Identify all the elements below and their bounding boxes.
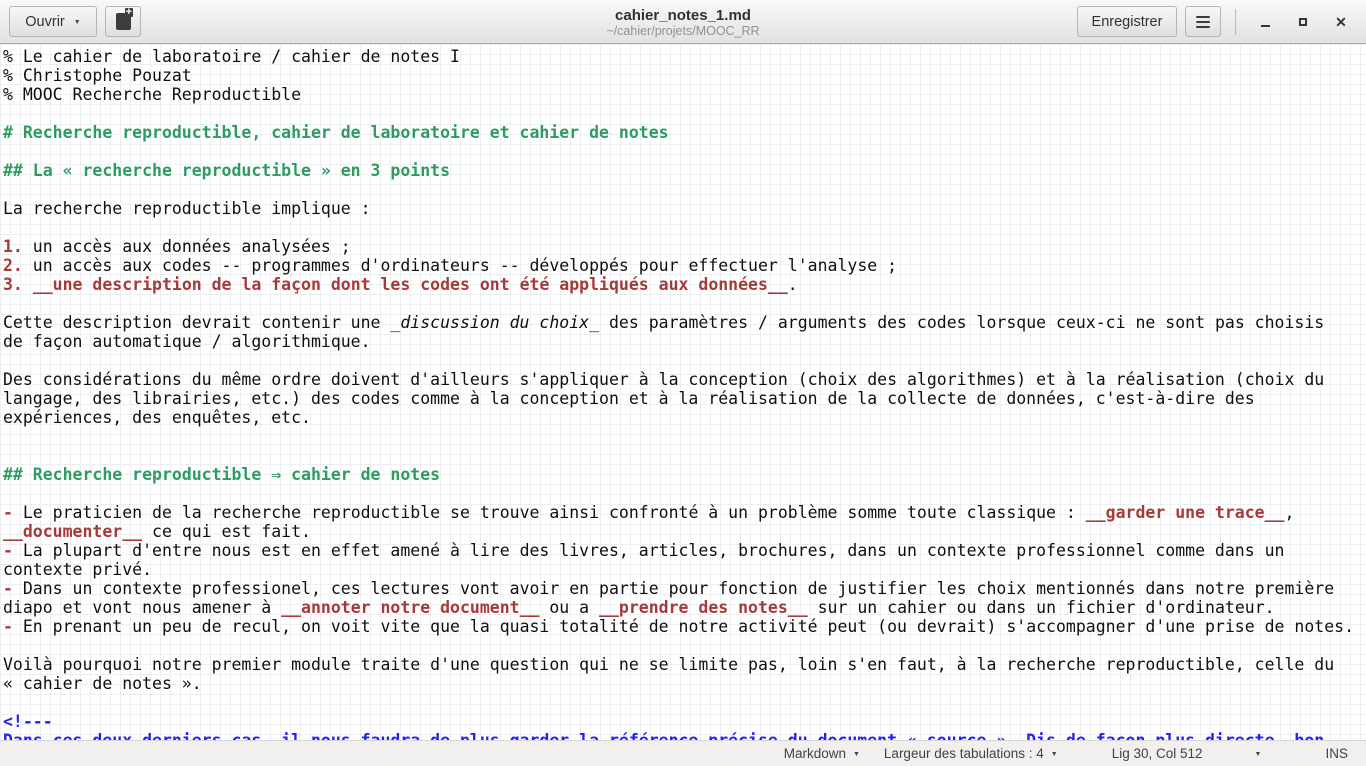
editor-line: La recherche reproductible implique : xyxy=(3,199,1366,218)
editor-line: # Recherche reproductible, cahier de lab… xyxy=(3,123,1366,142)
editor-line xyxy=(3,180,1366,199)
editor-line: __documenter__ ce qui est fait. xyxy=(3,522,1366,541)
maximize-button[interactable] xyxy=(1288,7,1318,37)
insert-mode-indicator: INS xyxy=(1325,746,1348,761)
editor-line xyxy=(3,484,1366,503)
language-selector[interactable]: Markdown ▼ xyxy=(778,744,866,763)
editor-line: Dans ces deux derniers cas, il nous faud… xyxy=(3,731,1366,740)
headerbar-left: Ouvrir ▼ + xyxy=(0,6,141,37)
new-document-button[interactable]: + xyxy=(105,6,141,37)
editor-line: Voilà pourquoi notre premier module trai… xyxy=(3,655,1366,674)
editor-line xyxy=(3,104,1366,123)
editor-line: langage, des librairies, etc.) des codes… xyxy=(3,389,1366,408)
minimize-icon xyxy=(1261,25,1270,27)
menu-button[interactable] xyxy=(1185,6,1221,37)
editor-line: « cahier de notes ». xyxy=(3,674,1366,693)
editor-line: 2. un accès aux codes -- programmes d'or… xyxy=(3,256,1366,275)
window-buttons-separator xyxy=(1235,9,1236,35)
editor-line: ## Recherche reproductible ⇒ cahier de n… xyxy=(3,465,1366,484)
maximize-icon xyxy=(1299,18,1307,26)
editor-line xyxy=(3,351,1366,370)
editor-line: - Le praticien de la recherche reproduct… xyxy=(3,503,1366,522)
tab-width-selector[interactable]: Largeur des tabulations : 4 ▼ xyxy=(878,744,1064,763)
save-button[interactable]: Enregistrer xyxy=(1077,6,1177,37)
chevron-down-icon: ▼ xyxy=(1051,751,1058,758)
editor-line: 1. un accès aux données analysées ; xyxy=(3,237,1366,256)
editor-area[interactable]: % Le cahier de laboratoire / cahier de n… xyxy=(0,44,1366,740)
editor-line: contexte privé. xyxy=(3,560,1366,579)
editor-line: expériences, des enquêtes, etc. xyxy=(3,408,1366,427)
cursor-position-selector[interactable]: Lig 30, Col 512 ▼ xyxy=(1106,744,1268,763)
hamburger-icon xyxy=(1196,16,1210,28)
editor-line xyxy=(3,446,1366,465)
tab-width-label: Largeur des tabulations : 4 xyxy=(884,746,1044,761)
headerbar-right: Enregistrer ✕ xyxy=(1077,6,1366,37)
editor-line: ## La « recherche reproductible » en 3 p… xyxy=(3,161,1366,180)
document-title: cahier_notes_1.md xyxy=(615,7,751,24)
chevron-down-icon: ▼ xyxy=(74,19,81,26)
editor-line: - La plupart d'entre nous est en effet a… xyxy=(3,541,1366,560)
editor-line: <!--- xyxy=(3,712,1366,731)
editor-line xyxy=(3,693,1366,712)
close-icon: ✕ xyxy=(1335,15,1347,29)
editor-line: % Le cahier de laboratoire / cahier de n… xyxy=(3,47,1366,66)
editor-line: % MOOC Recherche Reproductible xyxy=(3,85,1366,104)
editor-line: de façon automatique / algorithmique. xyxy=(3,332,1366,351)
editor-line xyxy=(3,294,1366,313)
close-button[interactable]: ✕ xyxy=(1326,7,1356,37)
editor-line xyxy=(3,218,1366,237)
headerbar: Ouvrir ▼ + cahier_notes_1.md ~/cahier/pr… xyxy=(0,0,1366,44)
statusbar: Markdown ▼ Largeur des tabulations : 4 ▼… xyxy=(0,740,1366,766)
editor-line: % Christophe Pouzat xyxy=(3,66,1366,85)
chevron-down-icon: ▼ xyxy=(853,751,860,758)
editor-line: - En prenant un peu de recul, on voit vi… xyxy=(3,617,1366,636)
editor-line xyxy=(3,636,1366,655)
chevron-down-icon: ▼ xyxy=(1255,751,1262,758)
language-label: Markdown xyxy=(784,746,846,761)
minimize-button[interactable] xyxy=(1250,7,1280,37)
cursor-position-label: Lig 30, Col 512 xyxy=(1112,746,1203,761)
editor-line xyxy=(3,142,1366,161)
editor-line: - Dans un contexte professionel, ces lec… xyxy=(3,579,1366,598)
editor-line xyxy=(3,427,1366,446)
document-path: ~/cahier/projets/MOOC_RR xyxy=(606,24,759,38)
editor-line: 3. __une description de la façon dont le… xyxy=(3,275,1366,294)
editor-line: Cette description devrait contenir une _… xyxy=(3,313,1366,332)
open-button-label: Ouvrir xyxy=(25,14,64,30)
open-button[interactable]: Ouvrir ▼ xyxy=(9,6,97,37)
editor-line: diapo et vont nous amener à __annoter no… xyxy=(3,598,1366,617)
new-document-icon: + xyxy=(116,13,131,30)
editor-line: Des considérations du même ordre doivent… xyxy=(3,370,1366,389)
